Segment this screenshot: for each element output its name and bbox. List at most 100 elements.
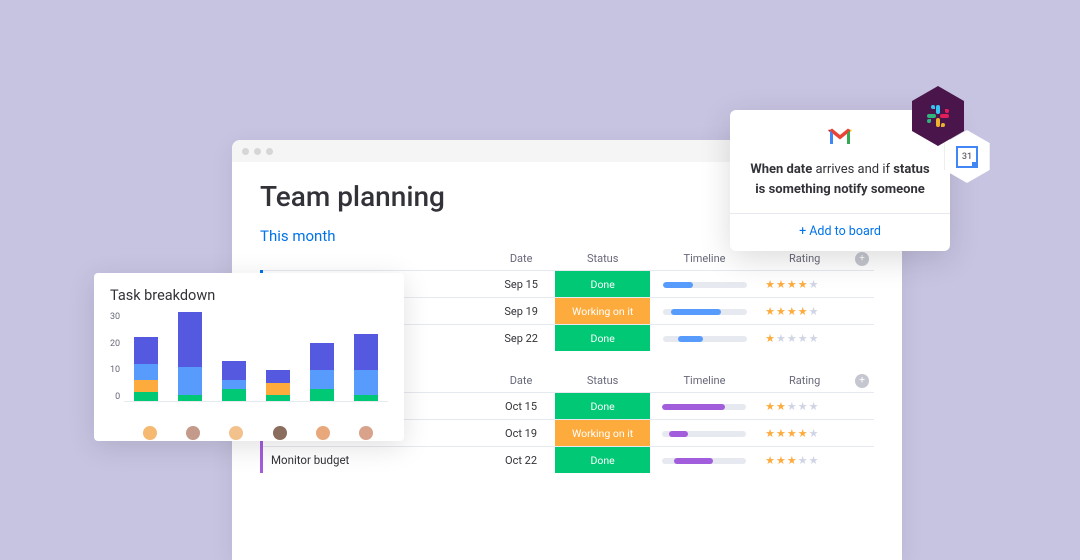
star-icon: ★ — [787, 400, 797, 413]
bar-segment — [134, 380, 158, 392]
star-icon: ★ — [809, 454, 819, 467]
bar-segment — [354, 334, 378, 371]
timeline-cell[interactable] — [650, 325, 759, 352]
status-pill[interactable]: Working on it — [555, 298, 649, 324]
add-column-button[interactable]: + — [855, 252, 869, 266]
column-header-date[interactable]: Date — [487, 369, 556, 393]
bar-segment — [310, 343, 334, 371]
date-cell[interactable]: Sep 15 — [487, 271, 556, 298]
add-to-board-button[interactable]: + Add to board — [748, 224, 932, 239]
avatar — [316, 426, 330, 440]
avatar — [143, 426, 157, 440]
star-icon: ★ — [765, 305, 775, 318]
status-pill[interactable]: Working on it — [555, 420, 649, 446]
traffic-light-icon — [242, 148, 249, 155]
star-icon: ★ — [787, 278, 797, 291]
date-cell[interactable]: Oct 15 — [487, 393, 556, 420]
avatar — [273, 426, 287, 440]
status-pill[interactable]: Done — [555, 447, 649, 473]
avatar — [359, 426, 373, 440]
status-pill[interactable]: Done — [555, 325, 649, 351]
star-icon: ★ — [787, 332, 797, 345]
rating-cell[interactable]: ★★★★★ — [759, 271, 850, 298]
rating-cell[interactable]: ★★★★★ — [759, 393, 850, 420]
bar-segment — [266, 370, 290, 382]
date-cell[interactable]: Oct 22 — [487, 447, 556, 474]
bar-segment — [178, 367, 202, 395]
column-header-status[interactable]: Status — [555, 247, 649, 271]
column-header-timeline[interactable]: Timeline — [650, 369, 759, 393]
column-header-status[interactable]: Status — [555, 369, 649, 393]
status-pill[interactable]: Done — [555, 271, 649, 297]
bar-segment — [134, 364, 158, 379]
star-icon: ★ — [776, 332, 786, 345]
star-icon: ★ — [765, 400, 775, 413]
date-cell[interactable]: Sep 19 — [487, 298, 556, 325]
star-icon: ★ — [787, 305, 797, 318]
bar-segment — [310, 370, 334, 388]
status-pill[interactable]: Done — [555, 393, 649, 419]
y-tick-label: 10 — [110, 365, 120, 375]
bar-column — [219, 361, 249, 401]
bar-segment — [266, 395, 290, 401]
column-header-date[interactable]: Date — [487, 247, 556, 271]
bar-column — [175, 312, 205, 401]
star-icon: ★ — [809, 278, 819, 291]
star-icon: ★ — [809, 400, 819, 413]
bar-segment — [178, 395, 202, 401]
star-icon: ★ — [798, 454, 808, 467]
timeline-cell[interactable] — [650, 298, 759, 325]
bar-column — [131, 337, 161, 401]
timeline-cell[interactable] — [650, 271, 759, 298]
task-breakdown-card: Task breakdown 30 20 10 0 — [94, 273, 404, 441]
y-tick-label: 0 — [110, 392, 120, 402]
bar-segment — [134, 392, 158, 401]
bar-column — [307, 343, 337, 401]
star-icon: ★ — [798, 400, 808, 413]
star-icon: ★ — [809, 427, 819, 440]
avatar — [186, 426, 200, 440]
star-icon: ★ — [765, 454, 775, 467]
card-title: Task breakdown — [110, 287, 388, 304]
star-icon: ★ — [776, 454, 786, 467]
table-row[interactable]: Monitor budgetOct 22Done★★★★★ — [262, 447, 875, 474]
rating-cell[interactable]: ★★★★★ — [759, 325, 850, 352]
star-icon: ★ — [765, 278, 775, 291]
y-tick-label: 30 — [110, 312, 120, 322]
traffic-light-icon — [254, 148, 261, 155]
bar-segment — [354, 370, 378, 395]
bar-segment — [222, 380, 246, 389]
bar-column — [351, 334, 381, 401]
star-icon: ★ — [798, 427, 808, 440]
divider — [730, 213, 950, 214]
star-icon: ★ — [776, 427, 786, 440]
star-icon: ★ — [787, 454, 797, 467]
gmail-icon — [828, 128, 852, 150]
add-column-button[interactable]: + — [855, 374, 869, 388]
rating-cell[interactable]: ★★★★★ — [759, 447, 850, 474]
timeline-cell[interactable] — [650, 447, 759, 474]
rating-cell[interactable]: ★★★★★ — [759, 298, 850, 325]
bar-segment — [222, 389, 246, 401]
rating-cell[interactable]: ★★★★★ — [759, 420, 850, 447]
star-icon: ★ — [798, 278, 808, 291]
column-header-rating[interactable]: Rating — [759, 369, 850, 393]
traffic-light-icon — [266, 148, 273, 155]
bar-segment — [310, 389, 334, 401]
star-icon: ★ — [809, 305, 819, 318]
star-icon: ★ — [765, 332, 775, 345]
stacked-bar-chart: 30 20 10 0 — [110, 310, 388, 422]
y-tick-label: 20 — [110, 339, 120, 349]
date-cell[interactable]: Oct 19 — [487, 420, 556, 447]
date-cell[interactable]: Sep 22 — [487, 325, 556, 352]
task-name-cell[interactable]: Monitor budget — [262, 447, 487, 474]
bar-segment — [178, 312, 202, 367]
star-icon: ★ — [798, 305, 808, 318]
avatar — [229, 426, 243, 440]
bar-segment — [222, 361, 246, 379]
timeline-cell[interactable] — [650, 393, 759, 420]
star-icon: ★ — [776, 400, 786, 413]
timeline-cell[interactable] — [650, 420, 759, 447]
bar-segment — [134, 337, 158, 365]
star-icon: ★ — [809, 332, 819, 345]
